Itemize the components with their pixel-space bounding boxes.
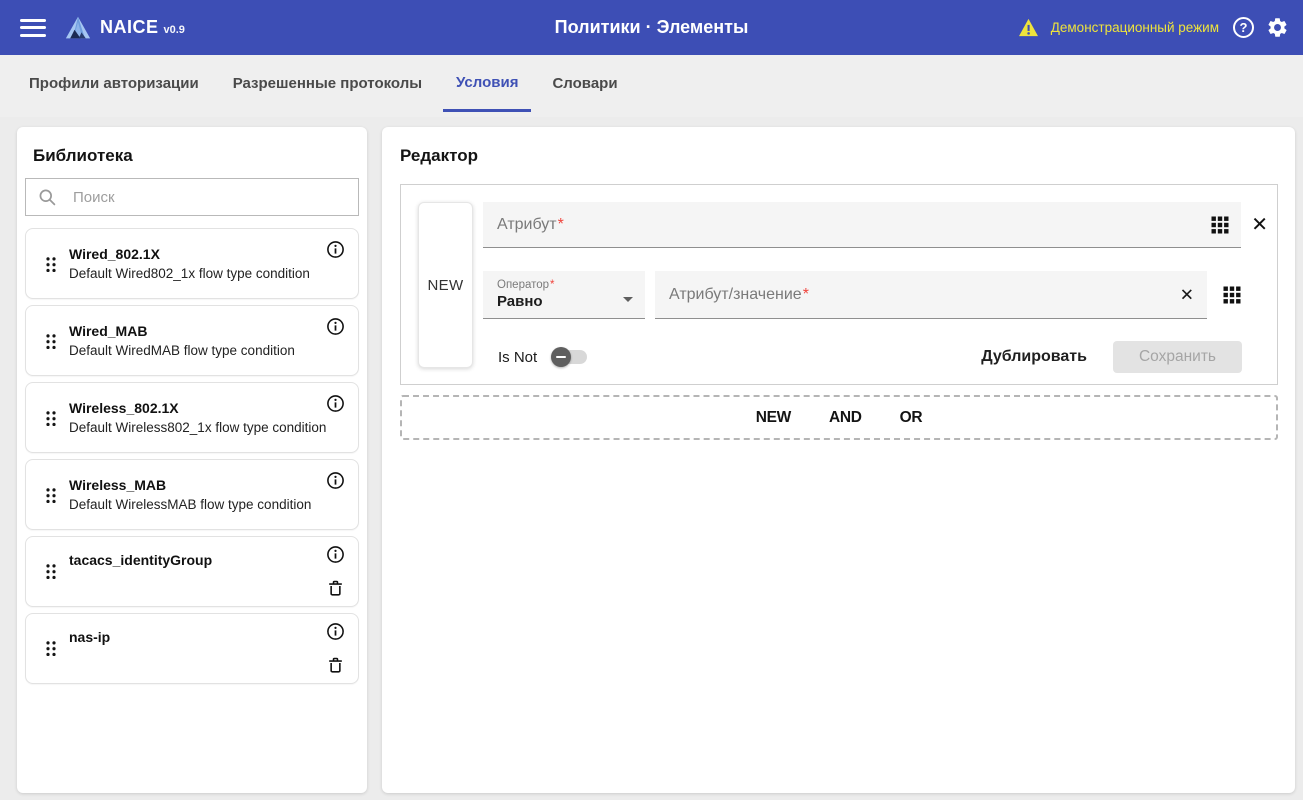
library-item-description: Default WirelessMAB flow type condition (69, 497, 311, 512)
hamburger-menu-icon[interactable] (20, 19, 46, 37)
library-item-description: Default Wired802_1x flow type condition (69, 266, 310, 281)
add-or-button[interactable]: OR (900, 409, 923, 427)
drag-handle-icon[interactable] (44, 639, 56, 656)
tab-bar: Профили авторизации Разрешенные протокол… (0, 55, 1303, 117)
drag-handle-icon[interactable] (44, 562, 56, 579)
help-glyph: ? (1240, 20, 1248, 35)
app-logo-icon (64, 15, 92, 41)
library-item-nas-ip[interactable]: nas-ip (25, 613, 359, 684)
library-list: Wired_802.1X Default Wired802_1x flow ty… (17, 228, 367, 684)
drag-handle-icon[interactable] (44, 486, 56, 503)
search-icon (38, 188, 57, 207)
info-icon[interactable] (326, 471, 345, 490)
search-input[interactable] (71, 188, 346, 207)
demo-mode-badge: Демонстрационный режим (1051, 20, 1219, 35)
library-item-description: Default WiredMAB flow type condition (69, 343, 295, 358)
operator-select[interactable]: Оператор* Равно (483, 271, 645, 319)
library-panel: Библиотека Wired_802.1X Default Wired802… (17, 127, 367, 793)
attribute-field[interactable]: Атрибут* (483, 202, 1241, 248)
library-item-title: Wired_802.1X (69, 246, 310, 262)
brand: NAICE v0.9 (100, 17, 185, 38)
condition-card: NEW ✕ Атрибут* Оператор* Равно (400, 184, 1278, 385)
drag-handle-icon[interactable] (44, 409, 56, 426)
info-icon[interactable] (326, 394, 345, 413)
delete-icon[interactable] (326, 578, 345, 598)
library-item-wired-mab[interactable]: Wired_MAB Default WiredMAB flow type con… (25, 305, 359, 376)
attribute-placeholder: Атрибут (497, 216, 557, 233)
library-title: Библиотека (17, 127, 367, 178)
info-icon[interactable] (326, 240, 345, 259)
warning-icon (1018, 18, 1039, 37)
chevron-down-icon (623, 297, 633, 302)
operator-value: Равно (497, 293, 615, 310)
info-icon[interactable] (326, 545, 345, 564)
add-condition-dropzone: NEW AND OR (400, 395, 1278, 440)
required-mark: * (550, 279, 554, 291)
add-new-button[interactable]: NEW (756, 409, 791, 427)
app-name: NAICE (100, 17, 159, 38)
library-item-title: nas-ip (69, 629, 110, 645)
tab-dictionaries[interactable]: Словари (539, 55, 630, 112)
settings-gear-icon[interactable] (1266, 16, 1289, 39)
editor-panel: Редактор NEW ✕ Атрибут* Оператор* Ра (382, 127, 1295, 793)
library-item-description: Default Wireless802_1x flow type conditi… (69, 420, 314, 435)
top-bar: NAICE v0.9 Политики · Элементы Демонстра… (0, 0, 1303, 55)
required-mark: * (558, 216, 564, 233)
library-item-tacacs-identitygroup[interactable]: tacacs_identityGroup (25, 536, 359, 607)
tab-authorization-profiles[interactable]: Профили авторизации (16, 55, 212, 112)
search-box[interactable] (25, 178, 359, 216)
header-actions: Демонстрационный режим ? (1018, 16, 1289, 39)
editor-title: Редактор (382, 127, 1295, 178)
tab-allowed-protocols[interactable]: Разрешенные протоколы (220, 55, 435, 112)
clear-icon[interactable]: ✕ (1180, 286, 1194, 303)
drag-handle-icon[interactable] (44, 332, 56, 349)
library-item-title: tacacs_identityGroup (69, 552, 212, 568)
dictionary-grid-icon[interactable] (1211, 216, 1229, 234)
value-field[interactable]: Атрибут/значение* ✕ (655, 271, 1207, 319)
condition-status-badge: NEW (418, 202, 473, 368)
save-button[interactable]: Сохранить (1113, 341, 1242, 373)
required-mark: * (803, 286, 809, 303)
app-window: NAICE v0.9 Политики · Элементы Демонстра… (0, 0, 1303, 117)
add-and-button[interactable]: AND (829, 409, 862, 427)
delete-icon[interactable] (326, 655, 345, 675)
help-icon[interactable]: ? (1233, 17, 1254, 38)
info-icon[interactable] (326, 622, 345, 641)
is-not-toggle[interactable] (551, 347, 587, 367)
duplicate-button[interactable]: Дублировать (981, 348, 1087, 366)
app-version: v0.9 (164, 24, 185, 36)
library-item-title: Wireless_802.1X (69, 400, 314, 416)
operator-label: Оператор (497, 279, 549, 291)
library-item-wired-8021x[interactable]: Wired_802.1X Default Wired802_1x flow ty… (25, 228, 359, 299)
library-item-wireless-mab[interactable]: Wireless_MAB Default WirelessMAB flow ty… (25, 459, 359, 530)
dictionary-grid-icon[interactable] (1223, 286, 1241, 304)
library-item-title: Wired_MAB (69, 323, 295, 339)
library-item-wireless-8021x[interactable]: Wireless_802.1X Default Wireless802_1x f… (25, 382, 359, 453)
info-icon[interactable] (326, 317, 345, 336)
tab-conditions[interactable]: Условия (443, 55, 531, 112)
is-not-label: Is Not (498, 349, 537, 366)
drag-handle-icon[interactable] (44, 255, 56, 272)
value-placeholder: Атрибут/значение (669, 286, 802, 303)
library-item-title: Wireless_MAB (69, 477, 311, 493)
